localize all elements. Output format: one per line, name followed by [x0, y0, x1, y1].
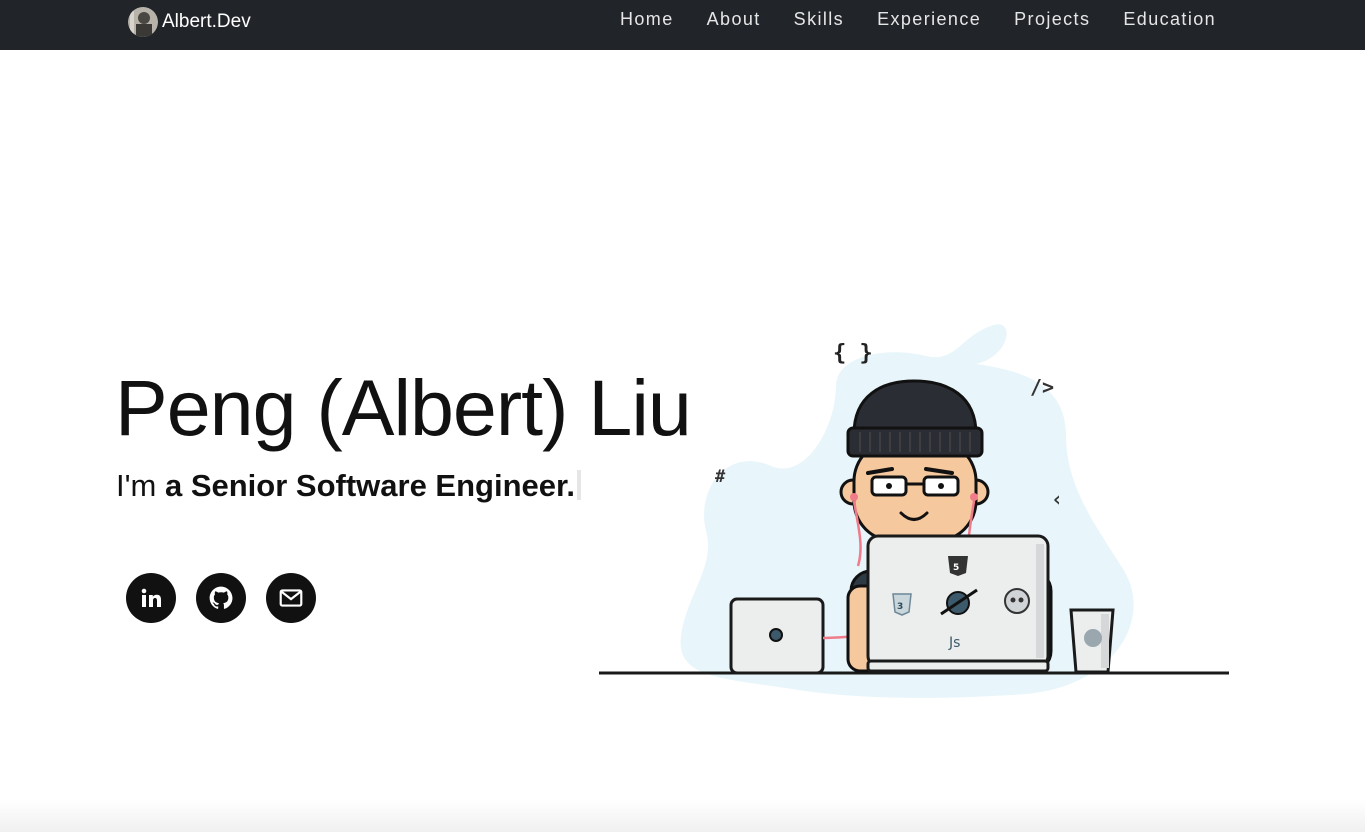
- js-sticker: Js: [948, 635, 960, 651]
- skull-sticker-icon: [1004, 588, 1030, 614]
- typing-cursor: [576, 470, 581, 500]
- email-icon: [279, 589, 303, 607]
- hero-subtitle: I'm a Senior Software Engineer.: [116, 467, 581, 505]
- nav-link-experience[interactable]: Experience: [877, 8, 981, 30]
- github-button[interactable]: [196, 573, 246, 623]
- avatar: [128, 7, 158, 37]
- nav-link-projects[interactable]: Projects: [1014, 8, 1090, 30]
- social-links: [126, 573, 316, 623]
- navbar: Albert.Dev Home About Skills Experience …: [0, 0, 1365, 50]
- hash-symbol: #: [715, 467, 726, 487]
- svg-text:3: 3: [897, 602, 903, 612]
- brand-name: Albert.Dev: [162, 11, 251, 32]
- subtitle-prefix: I'm: [116, 468, 165, 503]
- subtitle-role: a Senior Software Engineer.: [164, 468, 575, 503]
- github-icon: [209, 586, 233, 609]
- developer-illustration: { } /> # ‹ 5 3 Js: [599, 324, 1229, 698]
- svg-text:5: 5: [953, 563, 959, 573]
- angle-symbol: ‹: [1051, 487, 1063, 511]
- nav-link-about[interactable]: About: [707, 8, 761, 30]
- brand-link[interactable]: Albert.Dev: [128, 7, 251, 37]
- linkedin-icon: [141, 588, 161, 607]
- nav-menu: Home About Skills Experience Projects Ed…: [620, 8, 1216, 30]
- email-button[interactable]: [266, 573, 316, 623]
- nav-link-education[interactable]: Education: [1123, 8, 1216, 30]
- section-divider-shadow: [0, 800, 1365, 832]
- close-tag-symbol: />: [1030, 375, 1054, 399]
- nav-link-home[interactable]: Home: [620, 8, 674, 30]
- braces-symbol: { }: [833, 341, 873, 366]
- nav-link-skills[interactable]: Skills: [794, 8, 844, 30]
- linkedin-button[interactable]: [126, 573, 176, 623]
